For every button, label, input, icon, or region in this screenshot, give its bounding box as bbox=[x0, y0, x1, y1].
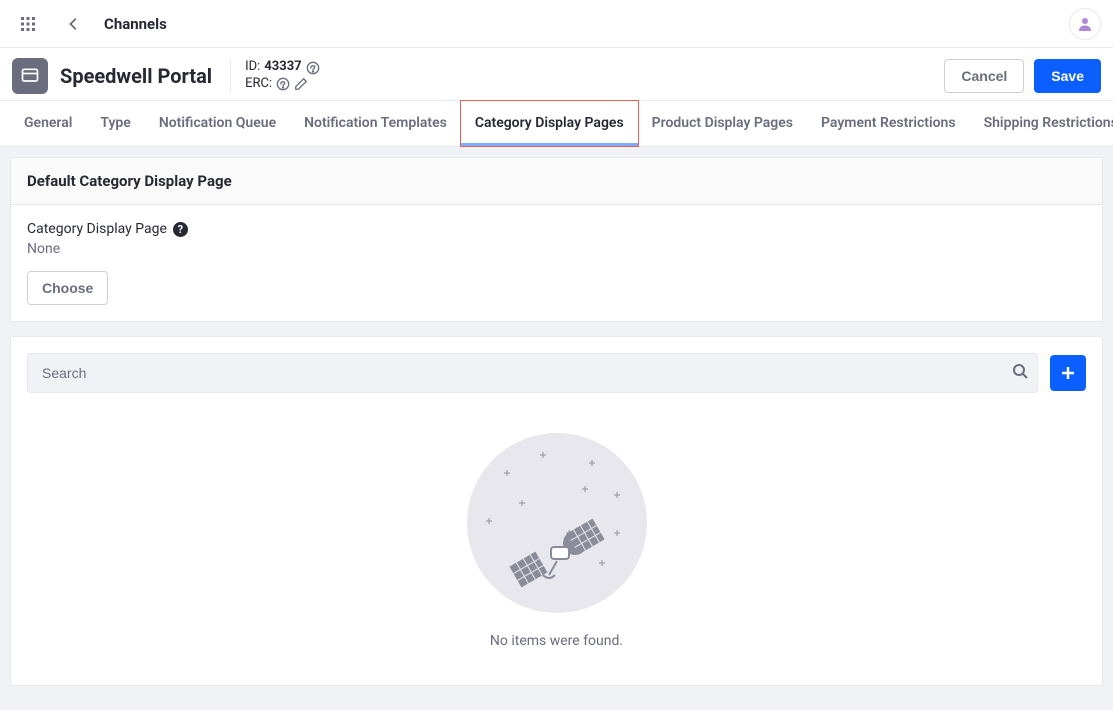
topbar-left: Channels bbox=[12, 8, 167, 40]
page-title: Speedwell Portal bbox=[60, 64, 212, 88]
cancel-button[interactable]: Cancel bbox=[944, 59, 1024, 93]
empty-illustration bbox=[467, 433, 647, 613]
breadcrumb: Channels bbox=[104, 15, 167, 33]
erc-label: ERC: bbox=[245, 76, 272, 93]
user-avatar[interactable] bbox=[1069, 8, 1101, 40]
topbar: Channels bbox=[0, 0, 1113, 48]
site-icon bbox=[12, 58, 48, 94]
field-value: None bbox=[27, 241, 1086, 257]
id-label: ID: bbox=[245, 59, 260, 76]
overrides-panel: No items were found. bbox=[10, 336, 1103, 686]
empty-message: No items were found. bbox=[11, 633, 1102, 649]
list-toolbar bbox=[11, 337, 1102, 409]
search-input[interactable] bbox=[27, 353, 1038, 393]
id-value: 43337 bbox=[264, 59, 301, 76]
save-button[interactable]: Save bbox=[1034, 59, 1101, 93]
info-icon[interactable] bbox=[306, 61, 320, 75]
edit-icon[interactable] bbox=[294, 77, 308, 91]
page-header: Speedwell Portal ID: 43337 ERC: Cancel bbox=[0, 48, 1113, 101]
header-actions: Cancel Save bbox=[944, 59, 1101, 93]
tab-notification-templates[interactable]: Notification Templates bbox=[290, 101, 461, 146]
tab-shipping-restrictions[interactable]: Shipping Restrictions bbox=[970, 101, 1113, 146]
field-label: Category Display Page bbox=[27, 221, 167, 237]
help-icon[interactable]: ? bbox=[173, 222, 188, 237]
main-content: Default Category Display Page Category D… bbox=[0, 147, 1113, 710]
tab-general[interactable]: General bbox=[10, 101, 86, 146]
search-wrap bbox=[27, 353, 1038, 393]
back-icon[interactable] bbox=[58, 8, 90, 40]
panel-title: Default Category Display Page bbox=[11, 158, 1102, 205]
id-block: ID: 43337 ERC: bbox=[230, 59, 320, 93]
tab-category-display-pages[interactable]: Category Display Pages bbox=[461, 101, 638, 146]
tab-payment-restrictions[interactable]: Payment Restrictions bbox=[807, 101, 970, 146]
info-icon[interactable] bbox=[276, 77, 290, 91]
tab-type[interactable]: Type bbox=[86, 101, 144, 146]
tab-notification-queue[interactable]: Notification Queue bbox=[145, 101, 290, 146]
tab-product-display-pages[interactable]: Product Display Pages bbox=[638, 101, 807, 146]
field-label-row: Category Display Page ? bbox=[27, 221, 1086, 237]
empty-state: No items were found. bbox=[11, 409, 1102, 685]
choose-button[interactable]: Choose bbox=[27, 271, 108, 305]
tabs: General Type Notification Queue Notifica… bbox=[0, 101, 1113, 147]
header-left: Speedwell Portal ID: 43337 ERC: bbox=[12, 58, 320, 94]
apps-grid-icon[interactable] bbox=[12, 8, 44, 40]
add-button[interactable] bbox=[1050, 355, 1086, 391]
search-icon[interactable] bbox=[1012, 363, 1028, 383]
default-category-panel: Default Category Display Page Category D… bbox=[10, 157, 1103, 322]
